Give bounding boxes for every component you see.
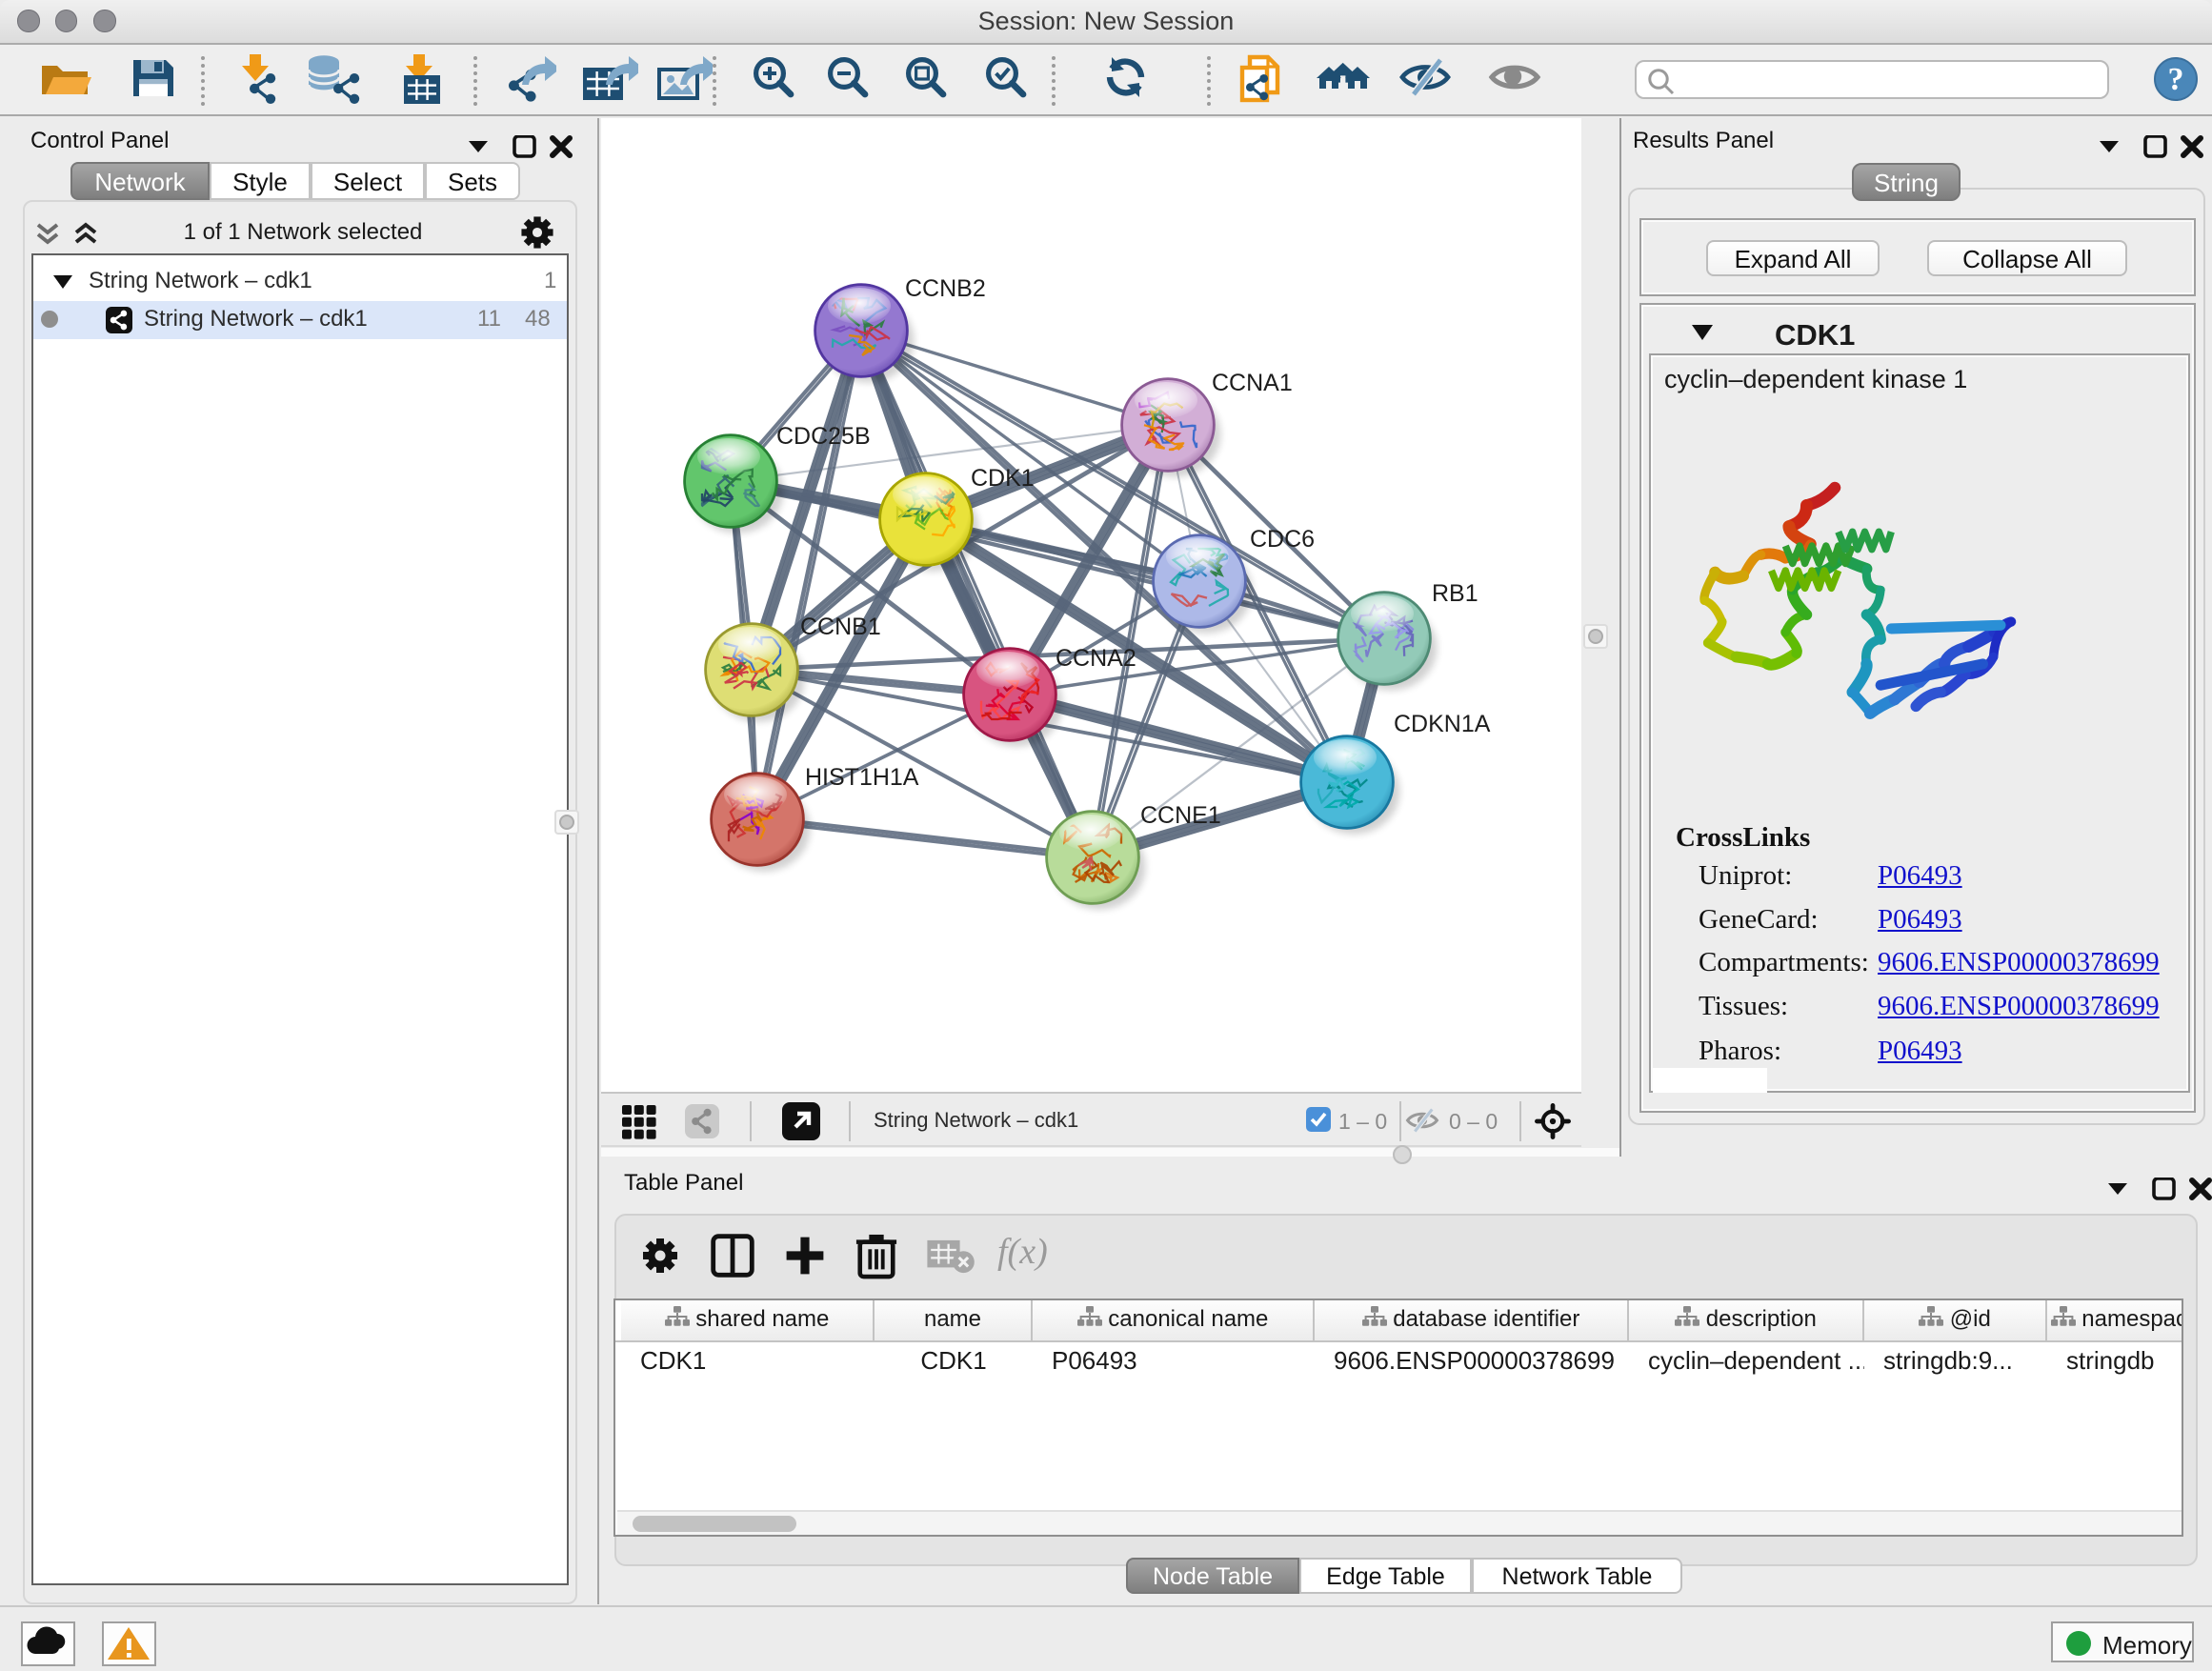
svg-text:?: ? [2168, 62, 2184, 97]
svg-text:HIST1H1A: HIST1H1A [805, 764, 919, 791]
svg-text:CCNB1: CCNB1 [800, 614, 881, 640]
svg-text:CCNB2: CCNB2 [905, 275, 986, 302]
svg-text:CDKN1A: CDKN1A [1394, 711, 1491, 737]
svg-text:CDK1: CDK1 [971, 465, 1035, 492]
svg-text:CCNE1: CCNE1 [1140, 802, 1221, 829]
svg-text:CDC25B: CDC25B [776, 423, 871, 450]
svg-text:CDC6: CDC6 [1250, 526, 1315, 553]
svg-text:RB1: RB1 [1432, 580, 1478, 607]
svg-text:CCNA2: CCNA2 [1056, 645, 1136, 672]
svg-text:CCNA1: CCNA1 [1212, 370, 1293, 396]
